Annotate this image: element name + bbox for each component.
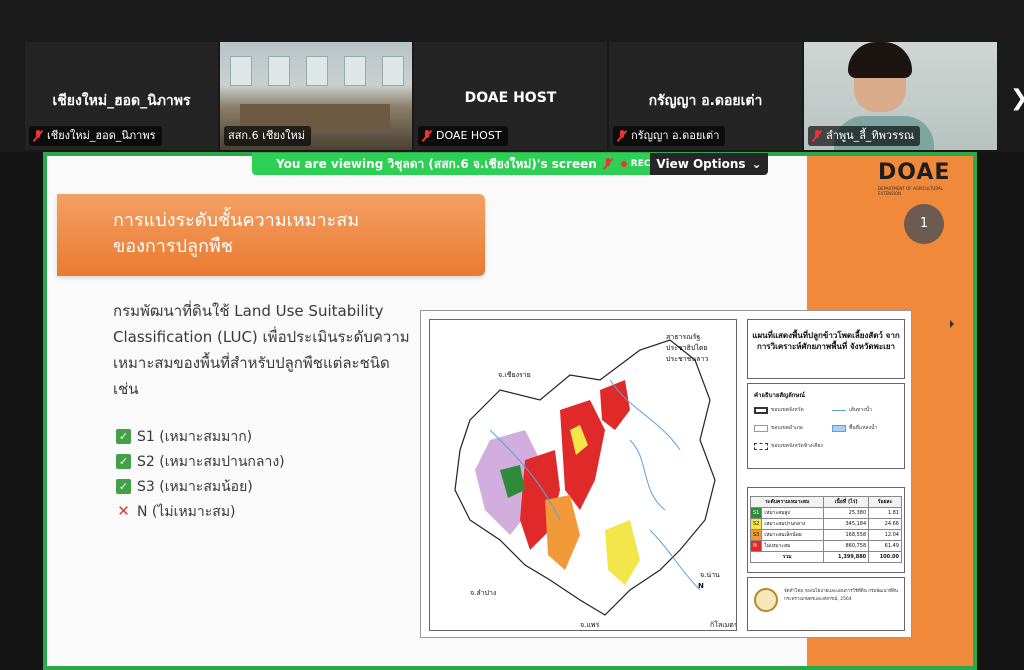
table-row: S1 เหมาะสมสูง 25,380 1.81 — [749, 507, 902, 519]
map-drawing — [454, 339, 716, 616]
viewing-banner: You are viewing วิชุลดา (สสก.6 จ.เชียงให… — [252, 153, 650, 175]
participant-tag-label: DOAE HOST — [436, 129, 502, 142]
table-total-row: รวม 1,399,880 100.00 — [749, 551, 902, 563]
participant-tag: ลำพูน_ลี้_ทิพวรรณ — [808, 126, 921, 146]
suitability-stats-table: ระดับความเหมาะสม เนื้อที่ (ไร่) ร้อยละ S… — [747, 487, 905, 573]
mouse-cursor-icon — [950, 320, 954, 328]
map-label-laos: สาธารณรัฐประชาธิปไตยประชาชนลาว — [666, 333, 709, 363]
cross-icon: ✕ — [117, 502, 130, 520]
legend-item: ขอบเขตอำเภอ — [754, 424, 803, 432]
participant-name: DOAE HOST — [464, 90, 557, 106]
participant-name: กรัญญา อ.ดอยเต่า — [648, 93, 763, 109]
table-row: N ไม่เหมาะสม 860,758 61.49 — [749, 540, 902, 552]
participant-tag: DOAE HOST — [418, 126, 508, 146]
map-label-lampang: จ.ลำปาง — [470, 589, 497, 597]
ldd-seal-icon — [754, 588, 778, 612]
participant-tag: สสก.6 เชียงใหม่ — [224, 126, 311, 146]
map-credit: จัดทำโดย กองนโยบายและแผนการใช้ที่ดิน กรม… — [747, 577, 905, 631]
mic-off-icon — [617, 130, 627, 142]
check-icon: ✓ — [116, 479, 131, 494]
participant-tag-label: ลำพูน_ลี้_ทิพวรรณ — [826, 129, 915, 142]
mic-off-icon — [812, 130, 822, 142]
suitability-list: ✓ S1 (เหมาะสมมาก) ✓ S2 (เหมาะสมปานกลาง) … — [116, 424, 285, 524]
map-label-phrae: จ.แพร่ — [580, 621, 600, 629]
map-scale-label: กิโลเมตร — [710, 621, 737, 629]
participant-tag: กรัญญา อ.ดอยเต่า — [613, 126, 726, 146]
table-header-row: ระดับความเหมาะสม เนื้อที่ (ไร่) ร้อยละ — [749, 496, 902, 508]
participant-tag-label: เชียงใหม่_ฮอด_นิภาพร — [47, 129, 156, 142]
mic-off-icon — [33, 130, 43, 142]
slide-page-number: 1 — [904, 204, 944, 244]
legend-item: ขอบเขตจังหวัดข้างเคียง — [754, 442, 823, 450]
participant-tile-active[interactable]: สสก.6 เชียงใหม่ — [220, 42, 412, 150]
viewing-text: You are viewing วิชุลดา (สสก.6 จ.เชียงให… — [276, 156, 597, 171]
map-legend: คำอธิบายสัญลักษณ์ ขอบเขตจังหวัด เส้นทางน… — [747, 383, 905, 469]
participant-name: เชียงใหม่_ฮอด_นิภาพร — [52, 93, 191, 109]
participant-tile[interactable]: ลำพูน_ลี้_ทิพวรรณ — [804, 42, 997, 150]
legend-item: เส้นทางน้ำ — [832, 406, 872, 414]
slide-body-text: กรมพัฒนาที่ดินใช้ Land Use Suitability C… — [113, 302, 410, 398]
map-title: แผนที่แสดงพื้นที่ปลูกข้าวโพดเลี้ยงสัตว์ … — [747, 319, 905, 379]
check-icon: ✓ — [116, 429, 131, 444]
list-item: ✓ S3 (เหมาะสมน้อย) — [116, 474, 285, 499]
view-options-button[interactable]: View Options ⌄ — [650, 153, 768, 175]
legend-item: ขอบเขตจังหวัด — [754, 406, 804, 414]
record-dot-icon — [620, 161, 627, 167]
chevron-down-icon: ⌄ — [751, 157, 762, 171]
list-item: ✓ S2 (เหมาะสมปานกลาง) — [116, 449, 285, 474]
north-arrow: N — [698, 582, 704, 590]
legend-item: พื้นที่แหล่งน้ำ — [832, 424, 877, 432]
participant-tag-label: สสก.6 เชียงใหม่ — [228, 129, 305, 142]
participant-tile[interactable]: DOAE HOST DOAE HOST — [414, 42, 607, 150]
map-label-chiangrai: จ.เชียงราย — [498, 371, 531, 379]
map-label-nan: จ.น่าน — [700, 571, 720, 579]
recording-indicator: REC — [620, 159, 650, 169]
table-row: S3 เหมาะสมเล็กน้อย 168,558 12.04 — [749, 529, 902, 541]
map-canvas: สาธารณรัฐประชาธิปไตยประชาชนลาว จ.เชียงรา… — [429, 319, 737, 631]
list-item: ✓ S1 (เหมาะสมมาก) — [116, 424, 285, 449]
mic-off-icon — [422, 130, 432, 142]
doae-logo: DOAE — [878, 160, 951, 185]
check-icon: ✓ — [116, 454, 131, 469]
list-item: ✕ N (ไม่เหมาะสม) — [117, 502, 236, 520]
table-row: S2 เหมาะสมปานกลาง 345,184 24.66 — [749, 518, 902, 530]
suitability-map: สาธารณรัฐประชาธิปไตยประชาชนลาว จ.เชียงรา… — [420, 310, 912, 638]
participant-tile[interactable]: เชียงใหม่_ฮอด_นิภาพร เชียงใหม่_ฮอด_นิภาพ… — [25, 42, 218, 150]
slide-title: การแบ่งระดับชั้นความเหมาะสม ของการปลูกพื… — [113, 210, 360, 257]
chevron-right-icon[interactable]: ❯ — [1010, 86, 1024, 111]
participant-tag-label: กรัญญา อ.ดอยเต่า — [631, 129, 720, 142]
participant-tag: เชียงใหม่_ฮอด_นิภาพร — [29, 126, 162, 146]
doae-logo-subtitle: DEPARTMENT OF AGRICULTURAL EXTENSION — [878, 186, 943, 196]
participant-strip: เชียงใหม่_ฮอด_นิภาพร เชียงใหม่_ฮอด_นิภาพ… — [0, 0, 1024, 152]
participant-tile[interactable]: กรัญญา อ.ดอยเต่า กรัญญา อ.ดอยเต่า — [609, 42, 802, 150]
